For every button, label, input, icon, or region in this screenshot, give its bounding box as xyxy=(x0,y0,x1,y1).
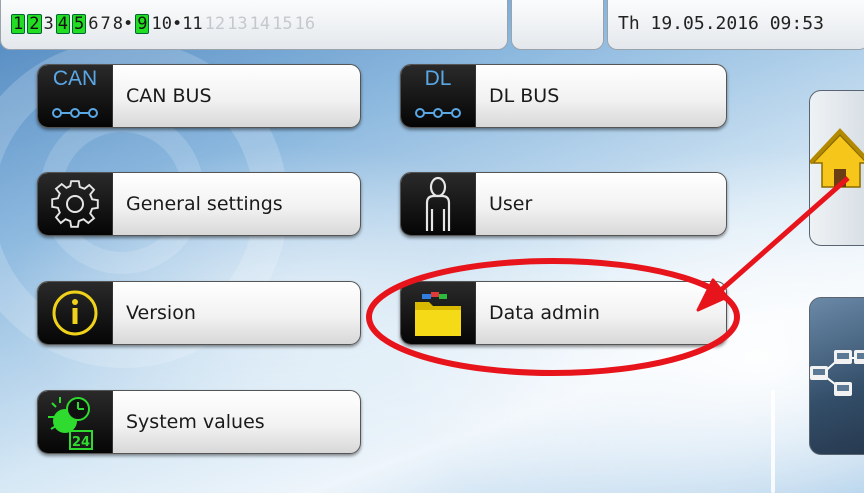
bus-link-icon xyxy=(415,108,461,118)
can-bus-icon-text: CAN xyxy=(52,67,98,90)
data-admin-label: Data admin xyxy=(489,302,600,324)
user-icon xyxy=(401,173,476,235)
node-indicator: 14 xyxy=(249,14,271,34)
version-label: Version xyxy=(126,302,196,324)
system-values-icon-text: 24 xyxy=(72,435,90,450)
node-indicator: 12 xyxy=(204,14,226,34)
scrollbar-track[interactable] xyxy=(771,390,775,493)
dl-bus-label: DL BUS xyxy=(489,85,560,107)
node-indicator: 13 xyxy=(227,14,248,34)
network-button[interactable] xyxy=(809,297,864,455)
bus-link-icon xyxy=(52,108,98,118)
node-indicator: 6 xyxy=(88,14,99,34)
node-indicator: 2 xyxy=(27,14,42,34)
datetime-panel[interactable]: Th 19.05.2016 09:53 xyxy=(607,0,864,50)
dl-bus-icon: DL xyxy=(401,65,476,127)
info-icon xyxy=(38,282,113,344)
user-button[interactable]: User xyxy=(400,172,727,236)
node-indicator: 9 xyxy=(135,14,150,34)
gear-icon xyxy=(38,173,113,235)
status-bar: 1 2 3 4 5 6 7 8• 9 10•11 12 13 14 15 16 Th 19.05.2016 … xyxy=(0,0,864,52)
home-icon xyxy=(808,128,864,188)
version-button[interactable]: Version xyxy=(37,281,361,345)
node-indicator: 5 xyxy=(72,14,87,34)
system-values-label: System values xyxy=(126,411,265,433)
node-indicator: 16 xyxy=(294,14,316,34)
node-list: 1 2 3 4 5 6 7 8• 9 10•11 12 13 14 15 16 xyxy=(11,14,317,34)
system-values-button[interactable]: 24 System values xyxy=(37,390,361,454)
node-indicator: 8• xyxy=(112,14,134,34)
node-indicator: 7 xyxy=(100,14,111,34)
datetime-display: Th 19.05.2016 09:53 xyxy=(618,13,824,34)
node-status-panel[interactable]: 1 2 3 4 5 6 7 8• 9 10•11 12 13 14 15 16 xyxy=(0,0,508,50)
node-indicator: 10•11 xyxy=(151,14,203,34)
folder-icon xyxy=(401,282,476,344)
node-indicator: 3 xyxy=(43,14,54,34)
system-values-icon: 24 xyxy=(38,391,113,453)
home-button[interactable] xyxy=(808,90,864,246)
node-indicator: 15 xyxy=(272,14,293,34)
node-indicator: 4 xyxy=(55,14,70,34)
network-icon xyxy=(810,350,864,396)
general-settings-label: General settings xyxy=(126,193,283,215)
dl-bus-icon-text: DL xyxy=(424,67,452,90)
user-label: User xyxy=(489,193,533,215)
can-bus-icon: CAN xyxy=(38,65,113,127)
status-bar-blank-segment xyxy=(511,0,604,50)
can-bus-label: CAN BUS xyxy=(126,85,212,107)
can-bus-button[interactable]: CAN CAN BUS xyxy=(37,64,361,128)
general-settings-button[interactable]: General settings xyxy=(37,172,361,236)
node-indicator: 1 xyxy=(11,14,26,34)
dl-bus-button[interactable]: DL DL BUS xyxy=(400,64,727,128)
screen: 1 2 3 4 5 6 7 8• 9 10•11 12 13 14 15 16 Th 19.05.2016 … xyxy=(0,0,864,493)
data-admin-button[interactable]: Data admin xyxy=(400,281,727,345)
